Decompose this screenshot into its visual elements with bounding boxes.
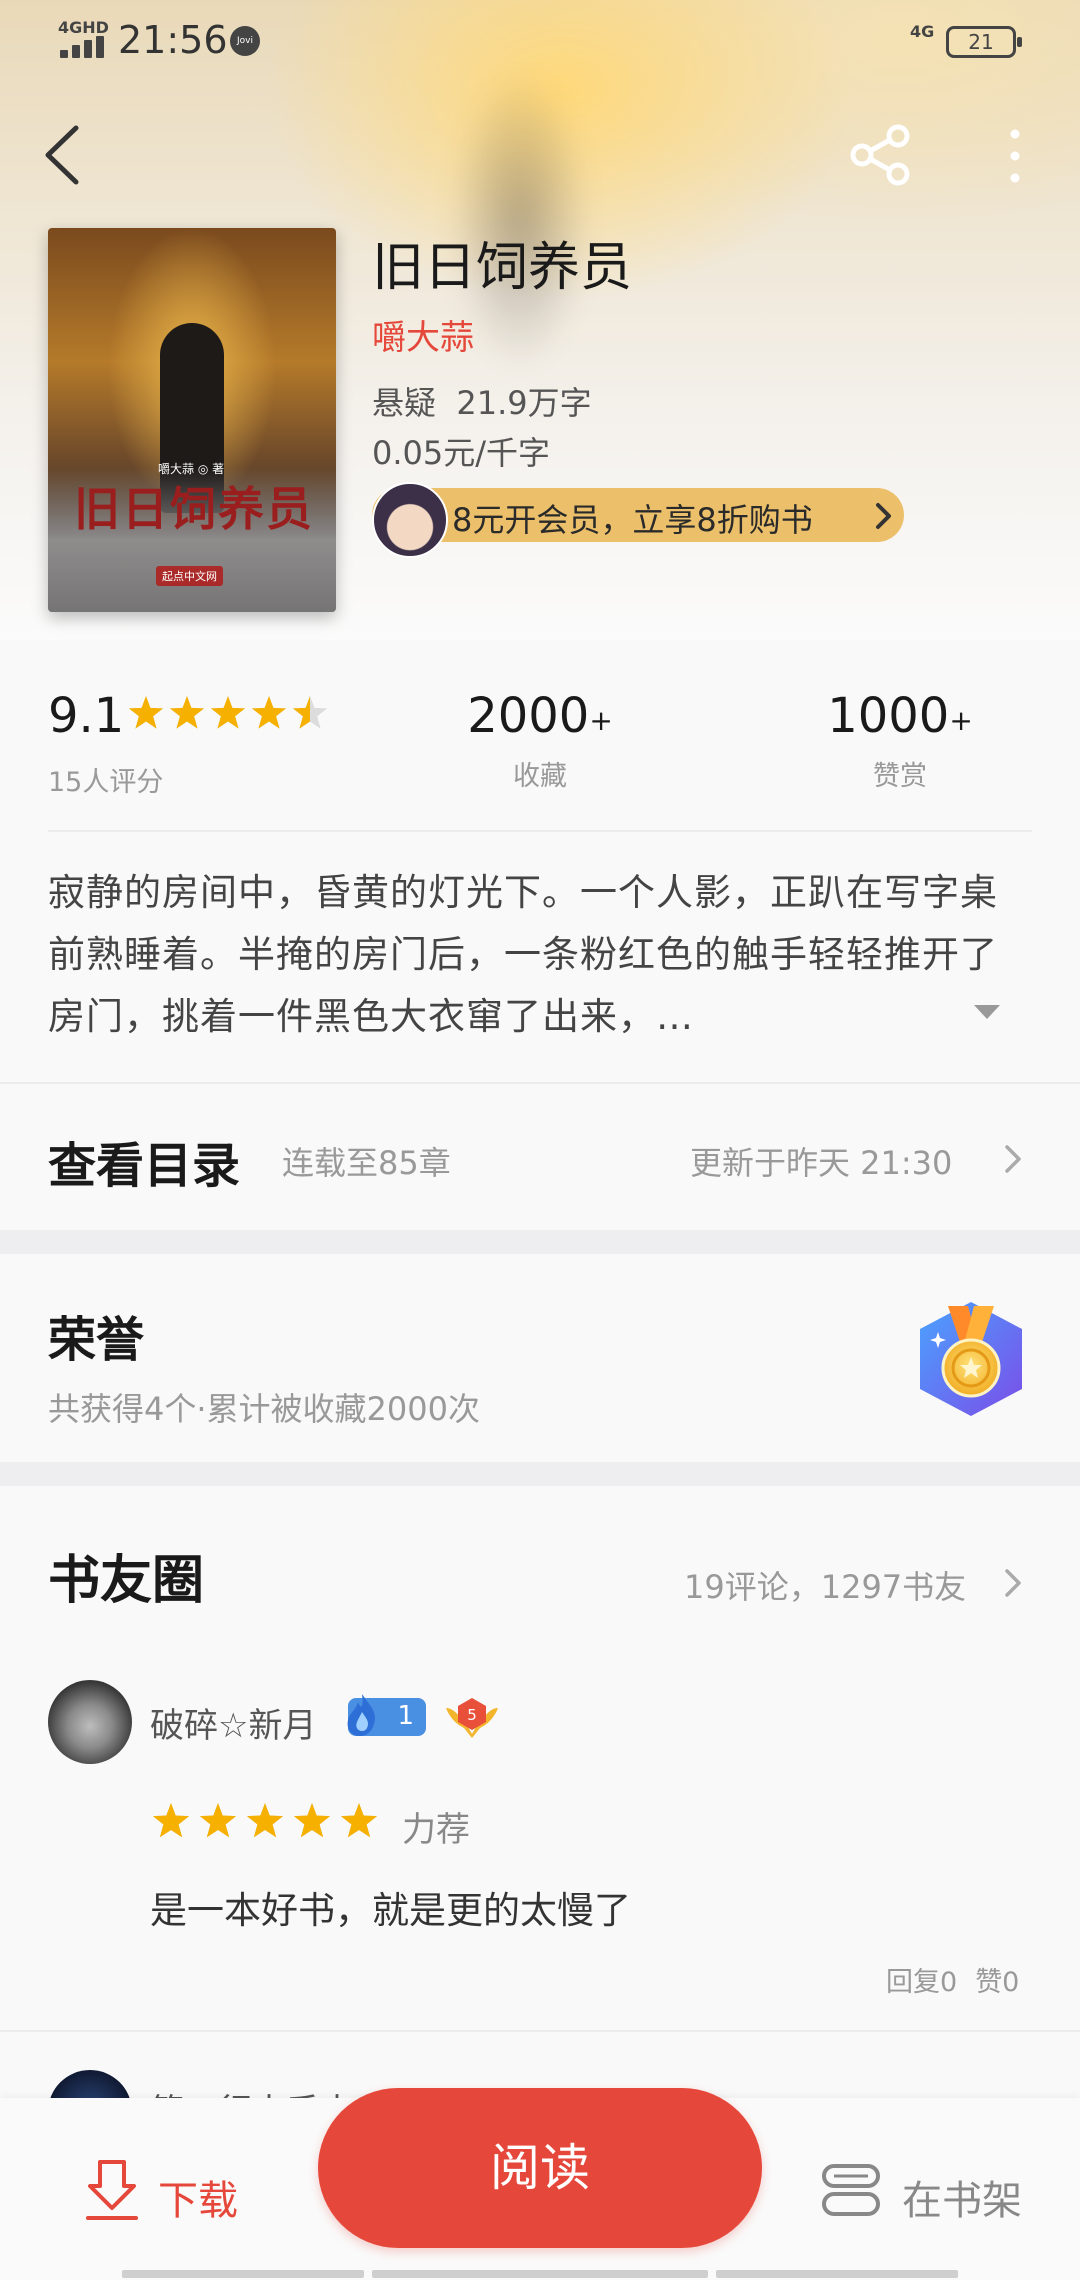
nav-bar-segment <box>122 2270 364 2278</box>
toc-updated: 更新于昨天 21:30 <box>690 1144 953 1182</box>
favorites-plus: + <box>589 704 613 737</box>
cover-title: 旧日饲养员 <box>74 482 314 536</box>
rating-star <box>128 696 164 729</box>
jovi-icon: Jovi <box>230 26 260 56</box>
review-star <box>293 1803 331 1838</box>
clock: 21:56 <box>118 18 228 62</box>
chevron-left-icon <box>45 125 79 185</box>
rewards-label: 赞赏 <box>873 761 927 792</box>
toc-serial-status: 连载至85章 <box>282 1144 451 1182</box>
bookshelf-label: 在书架 <box>902 2178 1022 2224</box>
more-button[interactable] <box>1000 124 1030 190</box>
rewards-value: 1000 <box>827 688 950 744</box>
toc-chevron-right-icon[interactable] <box>1002 1142 1024 1176</box>
rewards-plus: + <box>949 704 973 737</box>
fan-level: 1 <box>397 1701 414 1731</box>
book-title: 旧日饲养员 <box>372 238 633 298</box>
divider <box>0 2030 1080 2032</box>
rating-stars <box>128 696 328 729</box>
triangle-down-icon <box>974 1005 1000 1019</box>
review-star <box>246 1803 284 1838</box>
reviewer-name[interactable]: 破碎☆新月 <box>150 1698 316 1747</box>
review-actions: 回复0 赞0 <box>886 1960 1019 1999</box>
section-gap <box>0 1462 1080 1486</box>
expand-synopsis-button[interactable] <box>972 1002 1002 1022</box>
chevron-right-icon <box>868 500 898 532</box>
like-button[interactable]: 赞0 <box>975 1967 1019 1998</box>
more-vertical-icon <box>1010 129 1020 183</box>
share-icon <box>850 124 910 186</box>
book-genre: 悬疑 <box>372 384 437 422</box>
reply-button[interactable]: 回复0 <box>886 1967 957 1998</box>
cover-publisher: 起点中文网 <box>156 566 223 586</box>
honor-title[interactable]: 荣誉 <box>48 1300 144 1370</box>
bookshelf-button[interactable]: 在书架 <box>820 2156 1040 2228</box>
nav-bar-segment <box>372 2270 708 2278</box>
rating-star <box>251 696 287 729</box>
reviewer-avatar[interactable] <box>48 1680 132 1764</box>
book-price: 0.05元/千字 <box>372 434 551 472</box>
review-star <box>152 1803 190 1838</box>
download-label: 下载 <box>158 2178 238 2224</box>
download-button[interactable]: 下载 <box>84 2156 284 2228</box>
favorites-stat: 2000+ 收藏 <box>460 688 620 793</box>
vip-banner-text: 8元开会员，立享8折购书 <box>452 501 813 539</box>
review-text[interactable]: 是一本好书，就是更的太慢了 <box>150 1880 631 1934</box>
rank-level: 5 <box>467 1706 477 1724</box>
divider <box>48 830 1032 832</box>
network-type-right: 4G <box>910 22 935 41</box>
book-author[interactable]: 嚼大蒜 <box>372 310 474 359</box>
signal-icon <box>60 36 106 58</box>
medal-icon[interactable] <box>912 1298 1030 1420</box>
rating-star <box>210 696 246 729</box>
rating-count[interactable]: 15人评分 <box>48 760 163 799</box>
circle-chevron-right-icon[interactable] <box>1002 1566 1024 1600</box>
read-button[interactable]: 阅读 <box>318 2088 762 2248</box>
back-button[interactable] <box>36 120 96 190</box>
fan-level-badge: 1 <box>347 1694 426 1736</box>
nav-bar-segment <box>716 2270 958 2278</box>
honor-summary: 共获得4个·累计被收藏2000次 <box>48 1390 480 1428</box>
book-word-count: 21.9万字 <box>456 384 592 422</box>
share-button[interactable] <box>848 122 914 188</box>
divider <box>0 1082 1080 1084</box>
rewards-stat[interactable]: 1000+ 赞赏 <box>820 688 980 793</box>
bookshelf-icon <box>822 2164 880 2216</box>
book-cover[interactable]: 嚼大蒜 ◎ 著 旧日饲养员 起点中文网 <box>48 228 336 612</box>
toc-title[interactable]: 查看目录 <box>48 1126 240 1196</box>
flame-icon <box>347 1694 376 1736</box>
vip-avatar <box>372 482 448 558</box>
status-bar: 4GHD 21:56 Jovi 4G 21 <box>0 0 1080 80</box>
section-gap <box>0 1230 1080 1254</box>
favorites-value: 2000 <box>467 688 590 744</box>
rating-star <box>169 696 205 729</box>
battery-icon: 21 <box>946 26 1022 58</box>
review-stars <box>152 1803 378 1838</box>
network-type: 4GHD <box>58 18 109 37</box>
review-star <box>199 1803 237 1838</box>
review-tag: 力荐 <box>402 1810 470 1850</box>
book-synopsis[interactable]: 寂静的房间中，昏黄的灯光下。一个人影，正趴在写字桌前熟睡着。半掩的房门后，一条粉… <box>48 862 1032 1048</box>
download-icon <box>86 2160 138 2220</box>
rating-score: 9.1 <box>48 688 125 744</box>
book-meta: 悬疑 21.9万字 <box>372 378 592 424</box>
book-circle-stats[interactable]: 19评论，1297书友 <box>684 1562 966 1608</box>
review-star <box>340 1803 378 1838</box>
rank-badge-icon: 5 <box>442 1694 502 1740</box>
favorites-label: 收藏 <box>513 761 567 792</box>
battery-level: 21 <box>968 30 994 54</box>
book-circle-title[interactable]: 书友圈 <box>48 1538 204 1613</box>
